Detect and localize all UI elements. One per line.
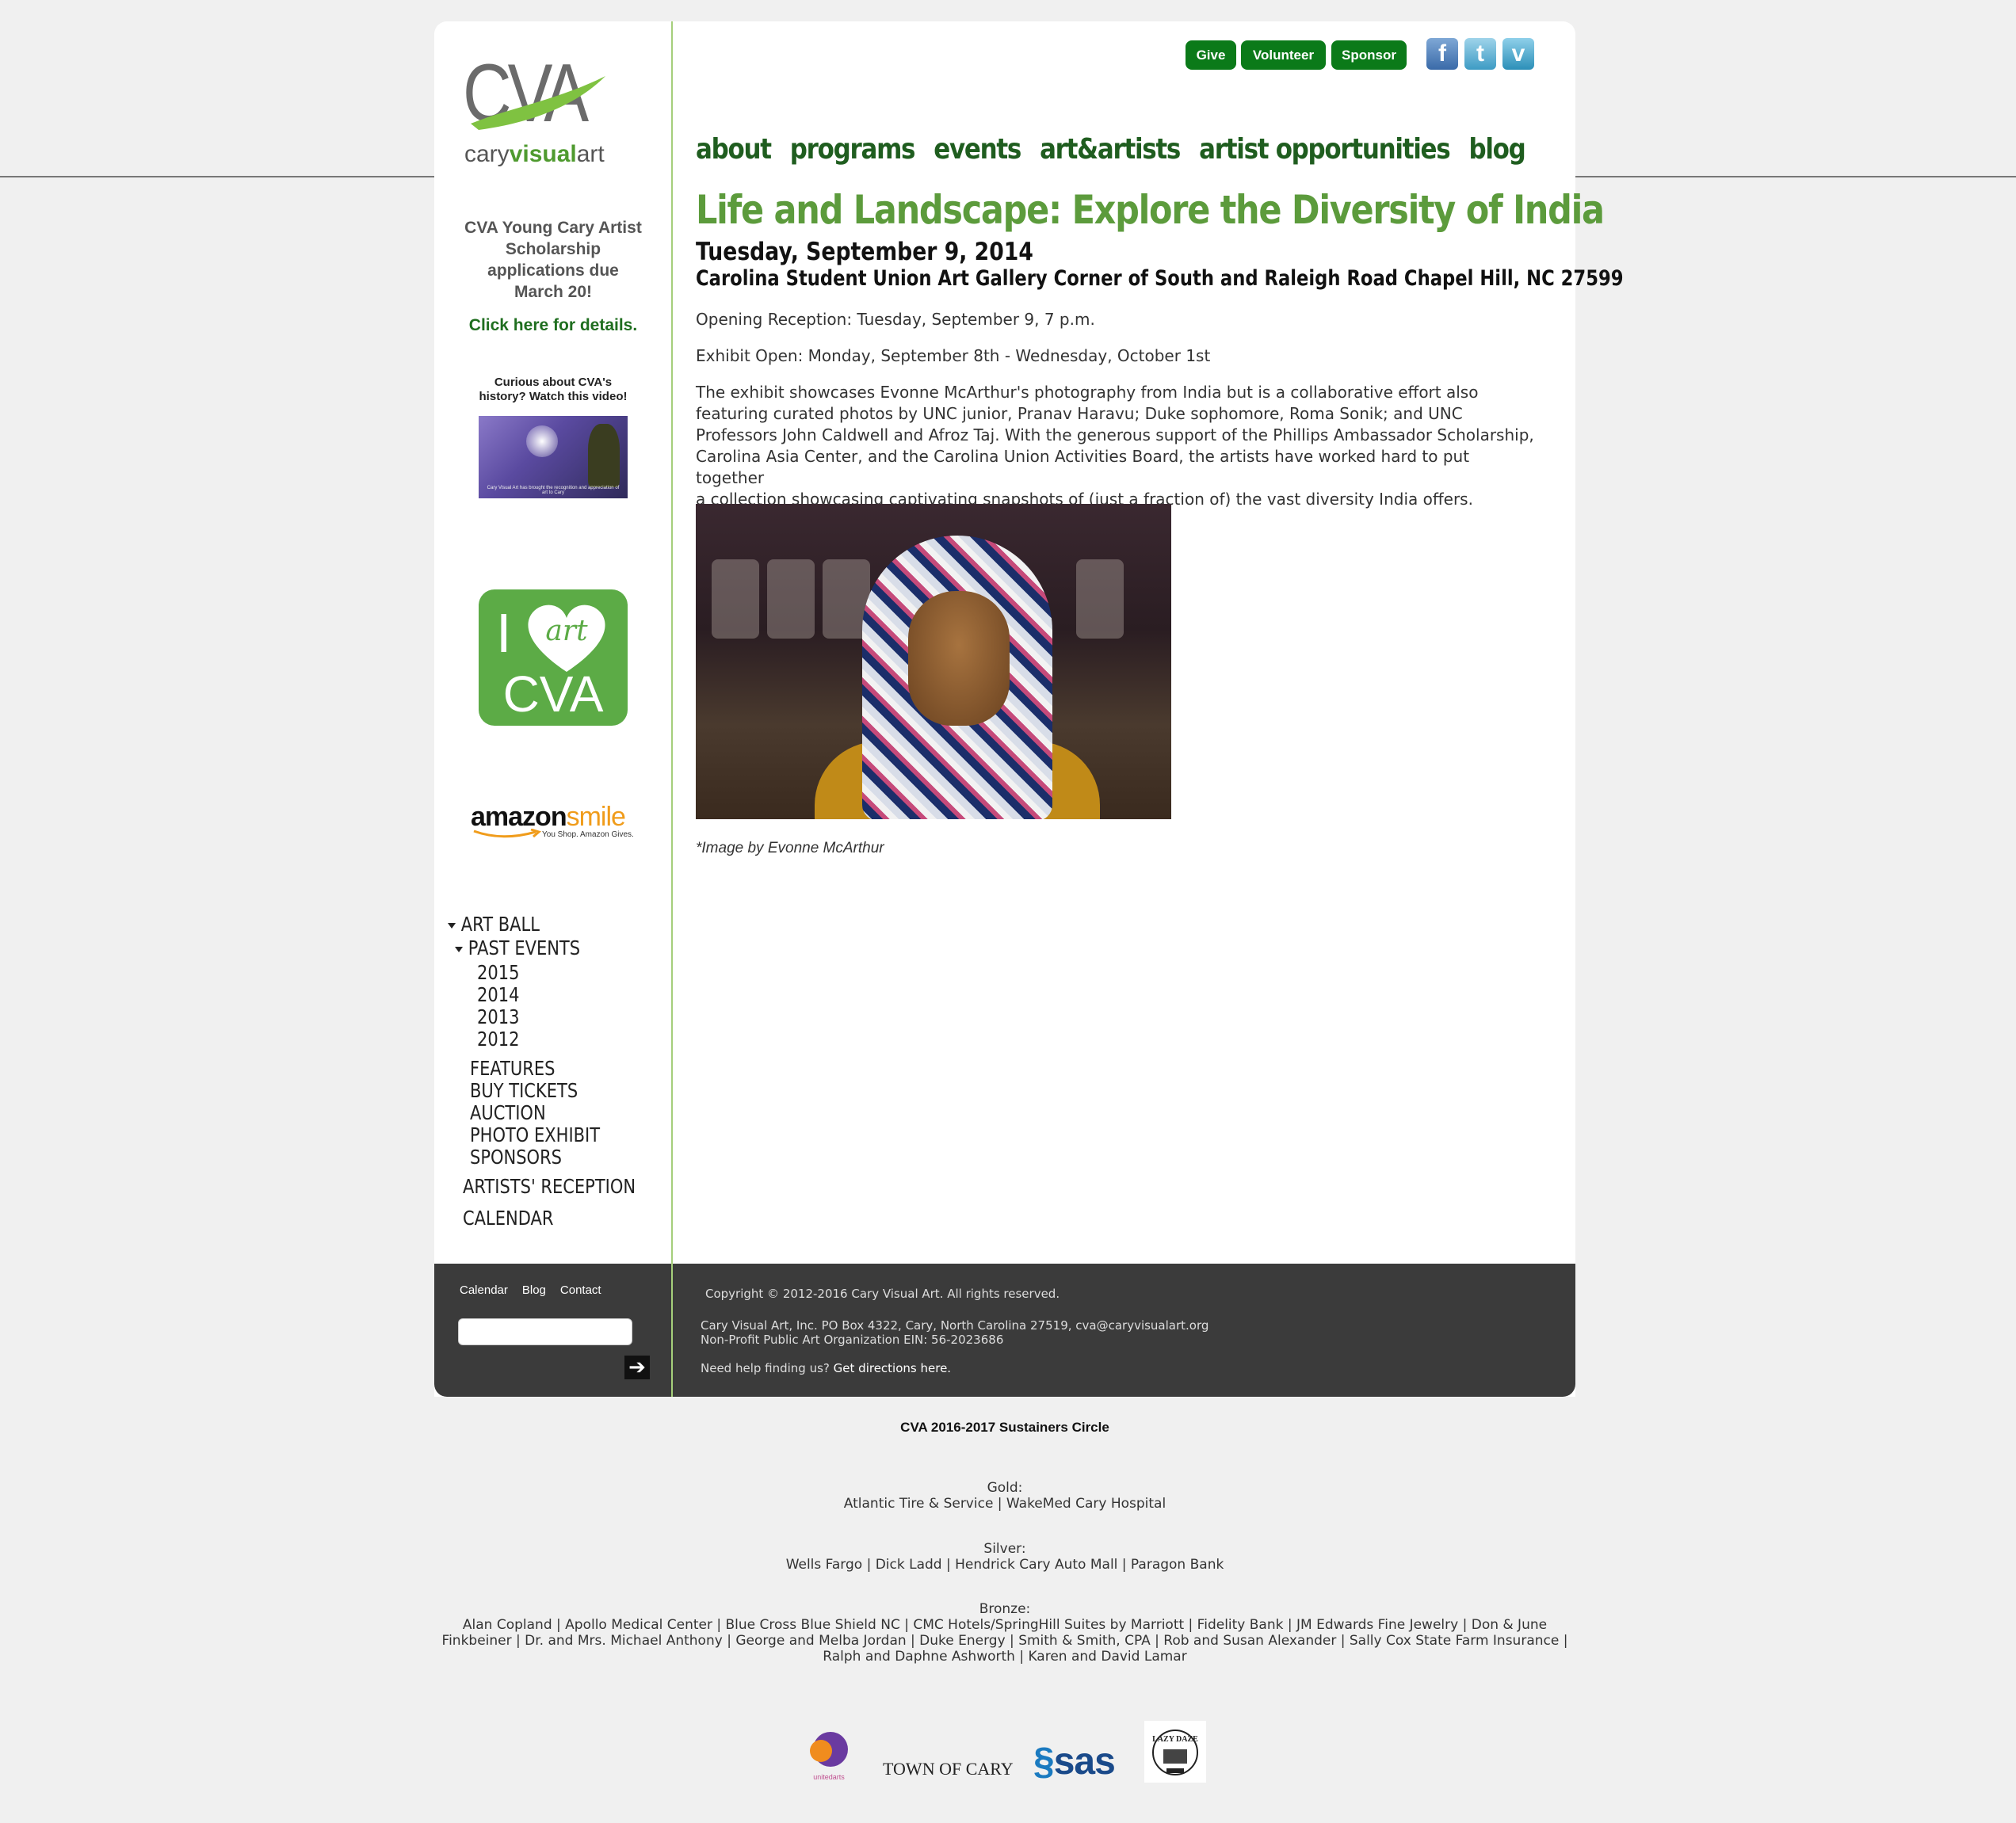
menu-photo-exhibit[interactable]: PHOTO EXHIBIT — [470, 1123, 600, 1146]
expand-arrow-icon — [455, 946, 464, 952]
page-title: Life and Landscape: Explore the Diversit… — [696, 187, 1605, 233]
twitter-icon[interactable]: t — [1464, 38, 1496, 70]
sustainers-title: CVA 2016-2017 Sustainers Circle — [900, 1420, 1109, 1435]
heart-art-word: art — [545, 615, 588, 647]
footer-address: Cary Visual Art, Inc. PO Box 4322, Cary,… — [701, 1318, 1209, 1347]
united-arts-logo[interactable]: unitedarts — [805, 1727, 853, 1783]
video-caption: Curious about CVA's history? Watch this … — [479, 376, 628, 403]
facebook-icon[interactable]: f — [1426, 38, 1458, 70]
opening-reception-text: Opening Reception: Tuesday, September 9,… — [696, 310, 1095, 329]
sponsor-button[interactable]: Sponsor — [1331, 40, 1407, 70]
exhibit-photo — [696, 504, 1171, 819]
svg-text:LAZY DAZE: LAZY DAZE — [1152, 1735, 1198, 1744]
footer-copyright: Copyright © 2012-2016 Cary Visual Art. A… — [705, 1287, 1060, 1301]
amazon-smile-arrow-icon — [473, 829, 542, 838]
menu-buy-tickets[interactable]: BUY TICKETS — [470, 1079, 578, 1102]
sustainers-silver: Silver: Wells Fargo | Dick Ladd | Hendri… — [785, 1541, 1224, 1573]
lazy-daze-logo[interactable]: LAZY DAZE — [1144, 1721, 1206, 1783]
give-button[interactable]: Give — [1186, 40, 1236, 70]
menu-art-ball[interactable]: ART BALL — [448, 913, 540, 936]
svg-text:unitedarts: unitedarts — [813, 1773, 845, 1781]
footer-link-contact[interactable]: Contact — [560, 1283, 601, 1297]
logo-swoosh-icon — [471, 76, 605, 130]
sas-s-icon: § — [1033, 1741, 1055, 1783]
nav-blog[interactable]: blog — [1468, 133, 1525, 166]
sas-logo[interactable]: §sas — [1033, 1740, 1116, 1783]
scholarship-details-link[interactable]: Click here for details. — [456, 316, 651, 335]
nav-events[interactable]: events — [934, 133, 1021, 166]
scholarship-promo: CVA Young Cary Artist Scholarship applic… — [464, 219, 642, 301]
menu-year-2013[interactable]: 2013 — [477, 1005, 519, 1028]
sustainers-bronze: Bronze: Alan Copland | Apollo Medical Ce… — [441, 1601, 1568, 1665]
menu-year-2014[interactable]: 2014 — [477, 983, 519, 1006]
i-heart-art-cva-badge[interactable]: I art CVA — [479, 589, 628, 726]
main-content: Life and Landscape: Explore the Diversit… — [696, 187, 1624, 299]
menu-features[interactable]: FEATURES — [470, 1057, 555, 1080]
expand-arrow-icon — [448, 922, 456, 929]
history-video-thumbnail[interactable]: Cary Visual Art has brought the recognit… — [479, 416, 628, 498]
nav-about[interactable]: about — [696, 133, 772, 166]
sustainers-gold: Gold: Atlantic Tire & Service | WakeMed … — [843, 1480, 1166, 1512]
video-overlay-text: Cary Visual Art has brought the recognit… — [487, 486, 620, 495]
event-date: Tuesday, September 9, 2014 — [696, 238, 1033, 266]
photo-jar — [767, 559, 815, 639]
iheart-i: I — [496, 602, 512, 664]
nav-artist-opportunities[interactable]: artist opportunities — [1199, 133, 1451, 166]
logo-subtitle: caryvisualart — [464, 141, 605, 167]
nav-art-and-artists[interactable]: art&artists — [1040, 133, 1181, 166]
footer-link-calendar[interactable]: Calendar — [460, 1283, 508, 1297]
footer-link-blog[interactable]: Blog — [522, 1283, 546, 1297]
town-of-cary-logo[interactable]: TOWN OF CARY — [883, 1759, 1014, 1779]
footer-help: Need help finding us? Get directions her… — [701, 1361, 952, 1375]
sidebar-divider — [671, 21, 673, 1397]
search-go-arrow-icon[interactable]: ➔ — [624, 1356, 650, 1379]
photo-face — [908, 591, 1010, 726]
iheart-cva: CVA — [502, 666, 604, 723]
menu-year-2015[interactable]: 2015 — [477, 961, 519, 984]
footer-search-input[interactable] — [458, 1318, 632, 1345]
heart-icon: art — [528, 604, 605, 672]
directions-link[interactable]: Get directions here. — [834, 1361, 951, 1375]
event-venue: Carolina Student Union Art Gallery Corne… — [696, 266, 1624, 291]
amazon-smile-tagline: You Shop. Amazon Gives. — [542, 830, 634, 839]
menu-calendar[interactable]: CALENDAR — [463, 1207, 553, 1230]
cva-logo[interactable]: CVA caryvisualart — [463, 52, 613, 167]
footer-divider — [671, 1264, 673, 1397]
video-tree-silhouette — [588, 424, 620, 487]
volunteer-button[interactable]: Volunteer — [1241, 40, 1326, 70]
exhibit-dates-text: Exhibit Open: Monday, September 8th - We… — [696, 346, 1211, 365]
menu-year-2012[interactable]: 2012 — [477, 1028, 519, 1051]
photo-caption: *Image by Evonne McArthur — [696, 840, 884, 856]
menu-sponsors[interactable]: SPONSORS — [470, 1146, 562, 1169]
exhibit-description: The exhibit showcases Evonne McArthur's … — [696, 383, 1534, 509]
photo-jar — [712, 559, 759, 639]
photo-jar — [1076, 559, 1124, 639]
nav-programs[interactable]: programs — [790, 133, 916, 166]
menu-artists-reception[interactable]: ARTISTS' RECEPTION — [463, 1175, 636, 1198]
menu-past-events[interactable]: PAST EVENTS — [455, 936, 580, 959]
amazon-smile-logo[interactable]: amazonsmile You Shop. Amazon Gives. — [471, 802, 637, 841]
main-nav: about programs events art&artists artist… — [696, 133, 1526, 166]
footer-links: Calendar Blog Contact — [460, 1283, 601, 1297]
video-sun-glare — [526, 425, 558, 457]
vimeo-icon[interactable]: v — [1502, 38, 1534, 70]
menu-auction[interactable]: AUCTION — [470, 1101, 546, 1124]
